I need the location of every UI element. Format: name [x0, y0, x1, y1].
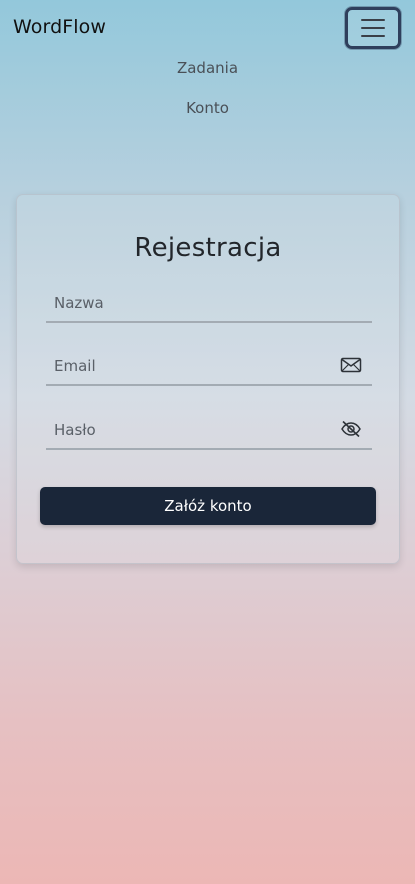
email-input[interactable]	[46, 348, 372, 384]
form-title: Rejestracja	[134, 233, 282, 263]
password-field	[46, 412, 372, 450]
create-account-button[interactable]: Załóż konto	[40, 487, 376, 525]
brand-logo[interactable]: WordFlow	[13, 16, 106, 38]
nav-links: Zadania Konto	[0, 58, 415, 138]
envelope-icon	[340, 357, 362, 373]
password-input[interactable]	[46, 412, 372, 448]
eye-slash-icon[interactable]	[340, 420, 362, 438]
registration-card: Rejestracja Załóż konto	[16, 194, 400, 564]
nav-link-zadania[interactable]: Zadania	[0, 58, 415, 98]
nav-link-konto[interactable]: Konto	[0, 98, 415, 138]
name-input[interactable]	[46, 285, 372, 321]
hamburger-menu-icon	[361, 19, 385, 37]
navbar: WordFlow Zadania Konto	[0, 0, 415, 130]
email-field	[46, 348, 372, 386]
menu-toggle-button[interactable]	[345, 7, 401, 49]
name-field	[46, 285, 372, 323]
